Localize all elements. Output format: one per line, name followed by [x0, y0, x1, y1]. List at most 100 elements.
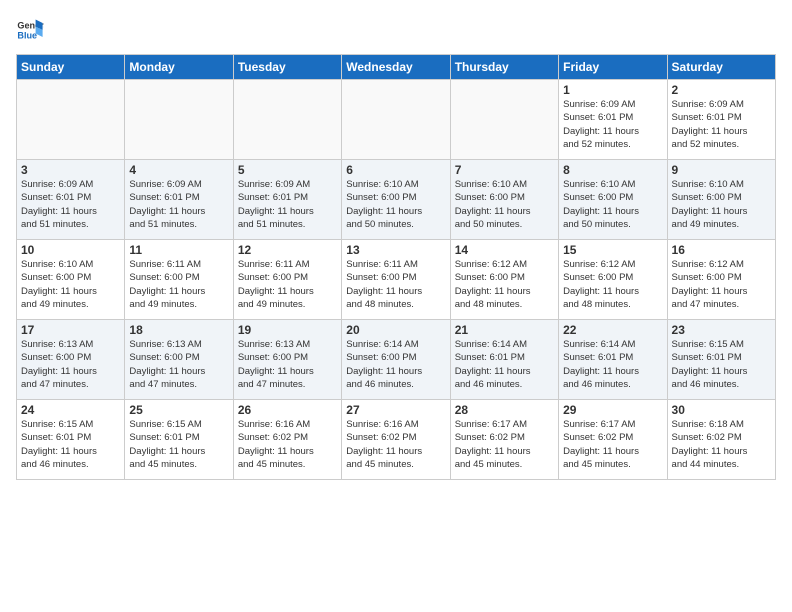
day-number: 5: [238, 163, 337, 177]
day-info: Sunrise: 6:11 AM Sunset: 6:00 PM Dayligh…: [238, 258, 337, 311]
day-number: 7: [455, 163, 554, 177]
calendar-cell: [342, 80, 450, 160]
logo-icon: General Blue: [16, 16, 44, 44]
calendar-cell: 28Sunrise: 6:17 AM Sunset: 6:02 PM Dayli…: [450, 400, 558, 480]
day-number: 25: [129, 403, 228, 417]
calendar-cell: [233, 80, 341, 160]
day-of-week-header: Wednesday: [342, 55, 450, 80]
calendar-week-row: 3Sunrise: 6:09 AM Sunset: 6:01 PM Daylig…: [17, 160, 776, 240]
calendar-cell: 5Sunrise: 6:09 AM Sunset: 6:01 PM Daylig…: [233, 160, 341, 240]
day-number: 22: [563, 323, 662, 337]
day-number: 17: [21, 323, 120, 337]
day-info: Sunrise: 6:09 AM Sunset: 6:01 PM Dayligh…: [672, 98, 771, 151]
day-info: Sunrise: 6:09 AM Sunset: 6:01 PM Dayligh…: [21, 178, 120, 231]
day-number: 15: [563, 243, 662, 257]
calendar-cell: 19Sunrise: 6:13 AM Sunset: 6:00 PM Dayli…: [233, 320, 341, 400]
calendar-cell: 14Sunrise: 6:12 AM Sunset: 6:00 PM Dayli…: [450, 240, 558, 320]
day-number: 21: [455, 323, 554, 337]
calendar-cell: 1Sunrise: 6:09 AM Sunset: 6:01 PM Daylig…: [559, 80, 667, 160]
calendar-cell: 21Sunrise: 6:14 AM Sunset: 6:01 PM Dayli…: [450, 320, 558, 400]
day-info: Sunrise: 6:12 AM Sunset: 6:00 PM Dayligh…: [672, 258, 771, 311]
day-info: Sunrise: 6:09 AM Sunset: 6:01 PM Dayligh…: [129, 178, 228, 231]
day-info: Sunrise: 6:15 AM Sunset: 6:01 PM Dayligh…: [672, 338, 771, 391]
day-info: Sunrise: 6:16 AM Sunset: 6:02 PM Dayligh…: [238, 418, 337, 471]
day-info: Sunrise: 6:17 AM Sunset: 6:02 PM Dayligh…: [455, 418, 554, 471]
day-number: 11: [129, 243, 228, 257]
day-info: Sunrise: 6:10 AM Sunset: 6:00 PM Dayligh…: [21, 258, 120, 311]
calendar-cell: 7Sunrise: 6:10 AM Sunset: 6:00 PM Daylig…: [450, 160, 558, 240]
day-number: 19: [238, 323, 337, 337]
header: General Blue: [16, 16, 776, 44]
calendar-cell: 12Sunrise: 6:11 AM Sunset: 6:00 PM Dayli…: [233, 240, 341, 320]
day-number: 18: [129, 323, 228, 337]
day-info: Sunrise: 6:13 AM Sunset: 6:00 PM Dayligh…: [21, 338, 120, 391]
calendar-cell: 17Sunrise: 6:13 AM Sunset: 6:00 PM Dayli…: [17, 320, 125, 400]
svg-text:Blue: Blue: [17, 30, 37, 40]
header-row: SundayMondayTuesdayWednesdayThursdayFrid…: [17, 55, 776, 80]
logo: General Blue: [16, 16, 44, 44]
day-info: Sunrise: 6:15 AM Sunset: 6:01 PM Dayligh…: [129, 418, 228, 471]
calendar-cell: 9Sunrise: 6:10 AM Sunset: 6:00 PM Daylig…: [667, 160, 775, 240]
calendar-cell: [17, 80, 125, 160]
calendar-cell: 22Sunrise: 6:14 AM Sunset: 6:01 PM Dayli…: [559, 320, 667, 400]
calendar-week-row: 17Sunrise: 6:13 AM Sunset: 6:00 PM Dayli…: [17, 320, 776, 400]
calendar-cell: 24Sunrise: 6:15 AM Sunset: 6:01 PM Dayli…: [17, 400, 125, 480]
main-container: General Blue SundayMondayTuesdayWednesda…: [0, 0, 792, 488]
calendar-cell: [450, 80, 558, 160]
day-number: 26: [238, 403, 337, 417]
calendar-week-row: 10Sunrise: 6:10 AM Sunset: 6:00 PM Dayli…: [17, 240, 776, 320]
day-number: 12: [238, 243, 337, 257]
day-info: Sunrise: 6:17 AM Sunset: 6:02 PM Dayligh…: [563, 418, 662, 471]
calendar-table: SundayMondayTuesdayWednesdayThursdayFrid…: [16, 54, 776, 480]
day-info: Sunrise: 6:13 AM Sunset: 6:00 PM Dayligh…: [238, 338, 337, 391]
day-number: 10: [21, 243, 120, 257]
day-number: 9: [672, 163, 771, 177]
day-number: 3: [21, 163, 120, 177]
day-info: Sunrise: 6:09 AM Sunset: 6:01 PM Dayligh…: [563, 98, 662, 151]
day-of-week-header: Monday: [125, 55, 233, 80]
calendar-cell: 2Sunrise: 6:09 AM Sunset: 6:01 PM Daylig…: [667, 80, 775, 160]
calendar-cell: 23Sunrise: 6:15 AM Sunset: 6:01 PM Dayli…: [667, 320, 775, 400]
day-of-week-header: Tuesday: [233, 55, 341, 80]
day-number: 6: [346, 163, 445, 177]
day-info: Sunrise: 6:13 AM Sunset: 6:00 PM Dayligh…: [129, 338, 228, 391]
day-info: Sunrise: 6:10 AM Sunset: 6:00 PM Dayligh…: [455, 178, 554, 231]
calendar-week-row: 1Sunrise: 6:09 AM Sunset: 6:01 PM Daylig…: [17, 80, 776, 160]
day-number: 23: [672, 323, 771, 337]
day-of-week-header: Thursday: [450, 55, 558, 80]
calendar-cell: 25Sunrise: 6:15 AM Sunset: 6:01 PM Dayli…: [125, 400, 233, 480]
day-number: 24: [21, 403, 120, 417]
day-number: 2: [672, 83, 771, 97]
day-info: Sunrise: 6:10 AM Sunset: 6:00 PM Dayligh…: [563, 178, 662, 231]
day-info: Sunrise: 6:11 AM Sunset: 6:00 PM Dayligh…: [346, 258, 445, 311]
day-info: Sunrise: 6:15 AM Sunset: 6:01 PM Dayligh…: [21, 418, 120, 471]
calendar-cell: 15Sunrise: 6:12 AM Sunset: 6:00 PM Dayli…: [559, 240, 667, 320]
calendar-cell: 8Sunrise: 6:10 AM Sunset: 6:00 PM Daylig…: [559, 160, 667, 240]
calendar-cell: 10Sunrise: 6:10 AM Sunset: 6:00 PM Dayli…: [17, 240, 125, 320]
day-number: 16: [672, 243, 771, 257]
calendar-cell: 11Sunrise: 6:11 AM Sunset: 6:00 PM Dayli…: [125, 240, 233, 320]
day-number: 1: [563, 83, 662, 97]
day-info: Sunrise: 6:18 AM Sunset: 6:02 PM Dayligh…: [672, 418, 771, 471]
calendar-cell: 27Sunrise: 6:16 AM Sunset: 6:02 PM Dayli…: [342, 400, 450, 480]
calendar-week-row: 24Sunrise: 6:15 AM Sunset: 6:01 PM Dayli…: [17, 400, 776, 480]
calendar-cell: 6Sunrise: 6:10 AM Sunset: 6:00 PM Daylig…: [342, 160, 450, 240]
calendar-cell: 26Sunrise: 6:16 AM Sunset: 6:02 PM Dayli…: [233, 400, 341, 480]
calendar-cell: 3Sunrise: 6:09 AM Sunset: 6:01 PM Daylig…: [17, 160, 125, 240]
calendar-cell: 4Sunrise: 6:09 AM Sunset: 6:01 PM Daylig…: [125, 160, 233, 240]
day-of-week-header: Sunday: [17, 55, 125, 80]
day-info: Sunrise: 6:16 AM Sunset: 6:02 PM Dayligh…: [346, 418, 445, 471]
calendar-cell: [125, 80, 233, 160]
calendar-cell: 29Sunrise: 6:17 AM Sunset: 6:02 PM Dayli…: [559, 400, 667, 480]
day-info: Sunrise: 6:14 AM Sunset: 6:01 PM Dayligh…: [455, 338, 554, 391]
calendar-cell: 20Sunrise: 6:14 AM Sunset: 6:00 PM Dayli…: [342, 320, 450, 400]
calendar-cell: 13Sunrise: 6:11 AM Sunset: 6:00 PM Dayli…: [342, 240, 450, 320]
day-number: 4: [129, 163, 228, 177]
calendar-cell: 30Sunrise: 6:18 AM Sunset: 6:02 PM Dayli…: [667, 400, 775, 480]
day-info: Sunrise: 6:10 AM Sunset: 6:00 PM Dayligh…: [346, 178, 445, 231]
day-info: Sunrise: 6:10 AM Sunset: 6:00 PM Dayligh…: [672, 178, 771, 231]
day-number: 27: [346, 403, 445, 417]
day-of-week-header: Saturday: [667, 55, 775, 80]
calendar-cell: 16Sunrise: 6:12 AM Sunset: 6:00 PM Dayli…: [667, 240, 775, 320]
day-number: 30: [672, 403, 771, 417]
